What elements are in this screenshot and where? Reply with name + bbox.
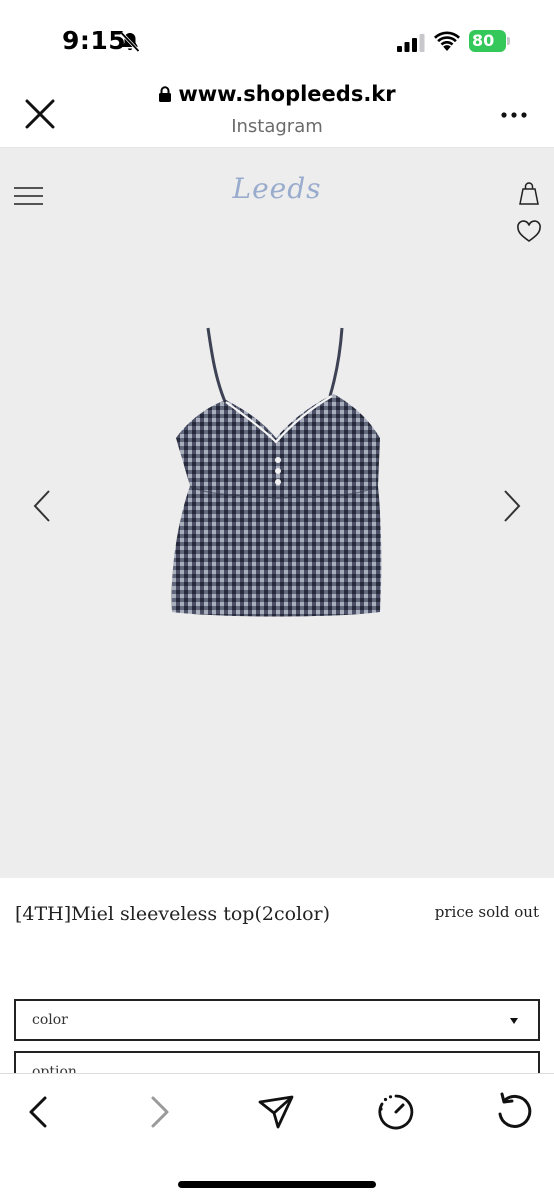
battery-cap	[507, 37, 510, 45]
price-status: price sold out	[434, 903, 539, 921]
speed-icon[interactable]	[376, 1092, 416, 1132]
color-select[interactable]: color	[14, 999, 540, 1041]
product-image[interactable]	[168, 326, 388, 626]
browser-header: www.shopleeds.kr Instagram	[0, 78, 554, 148]
chevron-right-icon[interactable]	[500, 488, 524, 524]
battery-icon: 80	[469, 30, 511, 52]
wifi-icon	[434, 31, 460, 51]
dropdown-caret-icon	[510, 1018, 518, 1024]
battery-percent: 80	[472, 31, 495, 50]
url-bar[interactable]: www.shopleeds.kr	[0, 82, 554, 106]
heart-icon[interactable]	[516, 220, 542, 244]
shopping-bag-icon[interactable]	[516, 180, 542, 206]
forward-icon[interactable]	[138, 1092, 178, 1132]
status-bar: 9:15 80	[0, 0, 554, 78]
product-gallery: Leeds	[0, 148, 554, 878]
reload-icon[interactable]	[494, 1092, 534, 1132]
browser-toolbar	[0, 1073, 554, 1200]
share-icon[interactable]	[256, 1092, 296, 1132]
site-logo[interactable]: Leeds	[0, 172, 554, 205]
bell-off-icon	[120, 31, 140, 53]
product-title: [4TH]Miel sleeveless top(2color)	[15, 903, 331, 925]
lock-icon	[159, 86, 172, 102]
chevron-left-icon[interactable]	[30, 488, 54, 524]
status-time: 9:15	[62, 26, 127, 55]
more-icon[interactable]	[500, 110, 528, 120]
url-text: www.shopleeds.kr	[178, 82, 396, 106]
source-label: Instagram	[231, 116, 323, 137]
home-indicator[interactable]	[178, 1181, 376, 1188]
signal-icon	[397, 34, 425, 52]
color-select-label: color	[32, 1012, 68, 1028]
back-icon[interactable]	[20, 1092, 60, 1132]
